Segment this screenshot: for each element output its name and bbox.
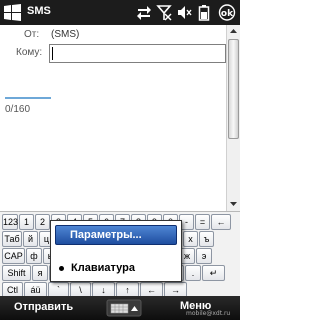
watermark: mobile@xdt.ru — [186, 310, 231, 317]
keyboard-key[interactable]: Shift — [2, 265, 31, 281]
from-label: От: — [24, 29, 40, 40]
battery-icon[interactable] — [198, 4, 210, 21]
svg-text:ok: ok — [221, 9, 234, 19]
signal-icon[interactable] — [156, 4, 172, 21]
keyboard-key[interactable]: 2 — [35, 214, 50, 230]
vertical-scrollbar[interactable] — [226, 25, 240, 211]
menu-item-options[interactable]: Параметры... — [55, 225, 177, 245]
keyboard-toggle-icon[interactable] — [106, 299, 142, 317]
keyboard-key[interactable]: = — [195, 214, 210, 230]
message-body-line[interactable] — [5, 97, 51, 99]
message-form: От: (SMS) Кому: 0/160 — [0, 25, 226, 211]
close-icon[interactable]: ok — [218, 4, 236, 21]
text-caret — [52, 47, 53, 60]
popup-menu: Параметры... Клавиатура — [50, 220, 182, 282]
scroll-thumb[interactable] — [228, 39, 239, 139]
keyboard-key[interactable]: э — [196, 248, 212, 264]
windows-start-icon[interactable] — [3, 3, 22, 22]
keyboard-key[interactable]: я — [32, 265, 48, 281]
keyboard-key[interactable]: х — [183, 231, 198, 247]
send-softkey[interactable]: Отправить — [14, 301, 73, 313]
keyboard-key[interactable]: 1 — [19, 214, 34, 230]
menu-item-keyboard[interactable]: Клавиатура — [55, 259, 177, 277]
keyboard-key[interactable]: 123 — [2, 214, 18, 230]
from-value[interactable]: (SMS) — [51, 29, 79, 40]
title-bar: SMS ok — [0, 0, 240, 25]
scroll-down-icon[interactable] — [227, 197, 240, 210]
keyboard-key[interactable]: Таб — [2, 231, 22, 247]
char-counter: 0/160 — [5, 104, 31, 115]
to-field[interactable] — [49, 44, 226, 63]
menu-item-keyboard-label: Клавиатура — [71, 262, 135, 274]
keyboard-key[interactable]: ← — [211, 214, 231, 230]
keyboard-key[interactable]: й — [23, 231, 38, 247]
radio-bullet-icon — [59, 266, 64, 271]
to-label: Кому: — [16, 47, 43, 58]
keyboard-key[interactable]: ф — [26, 248, 42, 264]
keyboard-key[interactable]: CAP — [2, 248, 25, 264]
scroll-up-icon[interactable] — [227, 25, 240, 38]
connectivity-icon[interactable] — [136, 4, 152, 21]
app-title: SMS — [27, 5, 51, 17]
volume-icon[interactable] — [176, 4, 192, 21]
keyboard-key[interactable]: ъ — [199, 231, 214, 247]
keyboard-key[interactable]: ↵ — [202, 265, 225, 281]
keyboard-key[interactable]: . — [185, 265, 201, 281]
